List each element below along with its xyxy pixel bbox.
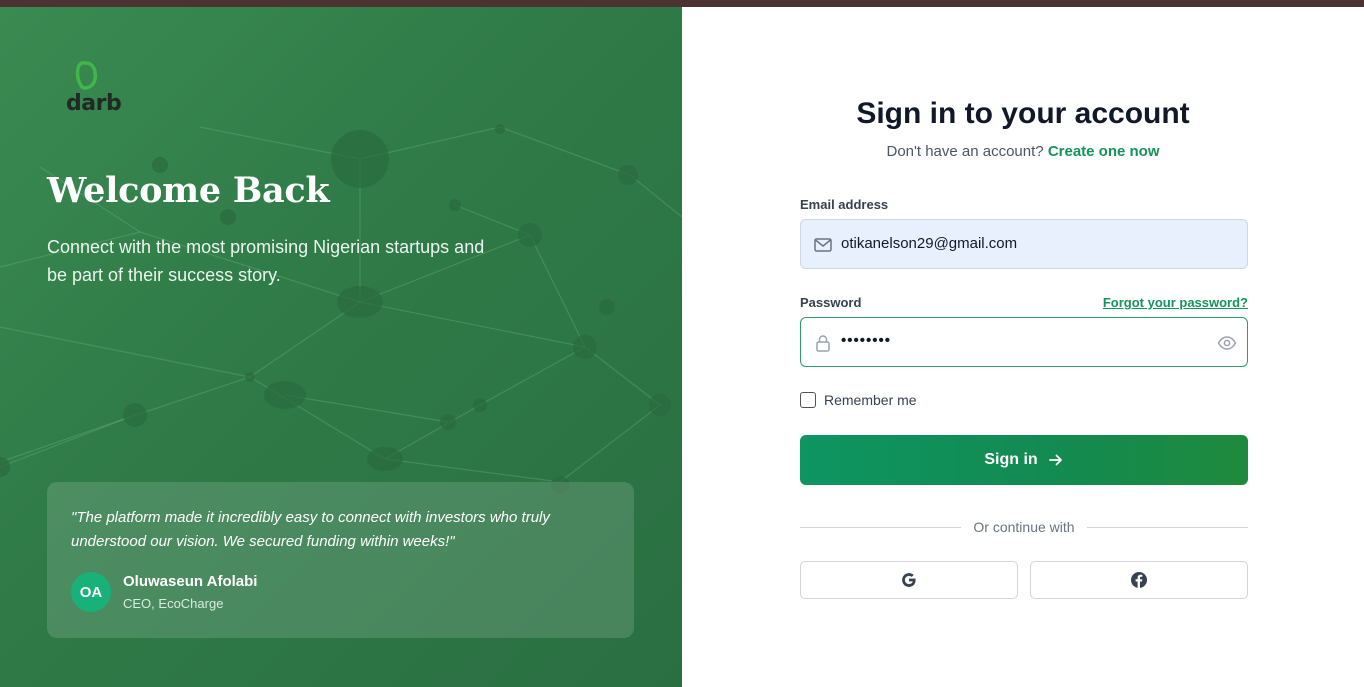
create-account-link[interactable]: Create one now (1048, 143, 1160, 160)
forgot-password-link[interactable]: Forgot your password? (1103, 295, 1248, 310)
google-icon (902, 573, 916, 587)
brand-name: darb (66, 91, 122, 116)
page-title: Sign in to your account (856, 97, 1190, 130)
google-signin-button[interactable] (800, 561, 1018, 599)
signup-prompt: Don't have an account? Create one now (682, 143, 1364, 160)
top-strip (0, 0, 1364, 7)
password-value: •••••••• (841, 332, 892, 349)
lock-icon (816, 335, 830, 352)
sign-in-button-label: Sign in (984, 451, 1038, 468)
remember-me[interactable]: Remember me (800, 392, 917, 408)
facebook-signin-button[interactable] (1030, 561, 1248, 599)
testimonial-quote: "The platform made it incredibly easy to… (71, 509, 550, 550)
arrow-right-icon (1048, 454, 1062, 466)
email-field[interactable]: otikanelson29@gmail.com (800, 219, 1248, 269)
avatar: OA (71, 572, 111, 612)
eye-icon[interactable] (1217, 333, 1237, 353)
divider: Or continue with (800, 518, 1248, 536)
testimonial-author-role: CEO, EcoCharge (123, 596, 224, 611)
facebook-icon (1131, 572, 1147, 588)
mail-icon (814, 238, 832, 252)
remember-me-checkbox[interactable] (800, 392, 816, 408)
email-label: Email address (800, 197, 889, 212)
sign-in-button[interactable]: Sign in (800, 435, 1248, 485)
divider-text: Or continue with (961, 519, 1087, 535)
testimonial-author-name: Oluwaseun Afolabi (123, 573, 258, 590)
hero-panel: darb Welcome Back Connect with the most … (0, 7, 682, 687)
password-field[interactable]: •••••••• (800, 317, 1248, 367)
hero-title: Welcome Back (47, 170, 330, 211)
hero-tagline: Connect with the most promising Nigerian… (47, 237, 485, 285)
signin-panel: Sign in to your account Don't have an ac… (682, 7, 1364, 687)
password-label: Password (800, 295, 862, 310)
testimonial-card: "The platform made it incredibly easy to… (47, 482, 634, 638)
signup-prompt-text: Don't have an account? (886, 143, 1044, 160)
remember-me-label: Remember me (824, 392, 917, 408)
email-value: otikanelson29@gmail.com (841, 235, 1018, 252)
